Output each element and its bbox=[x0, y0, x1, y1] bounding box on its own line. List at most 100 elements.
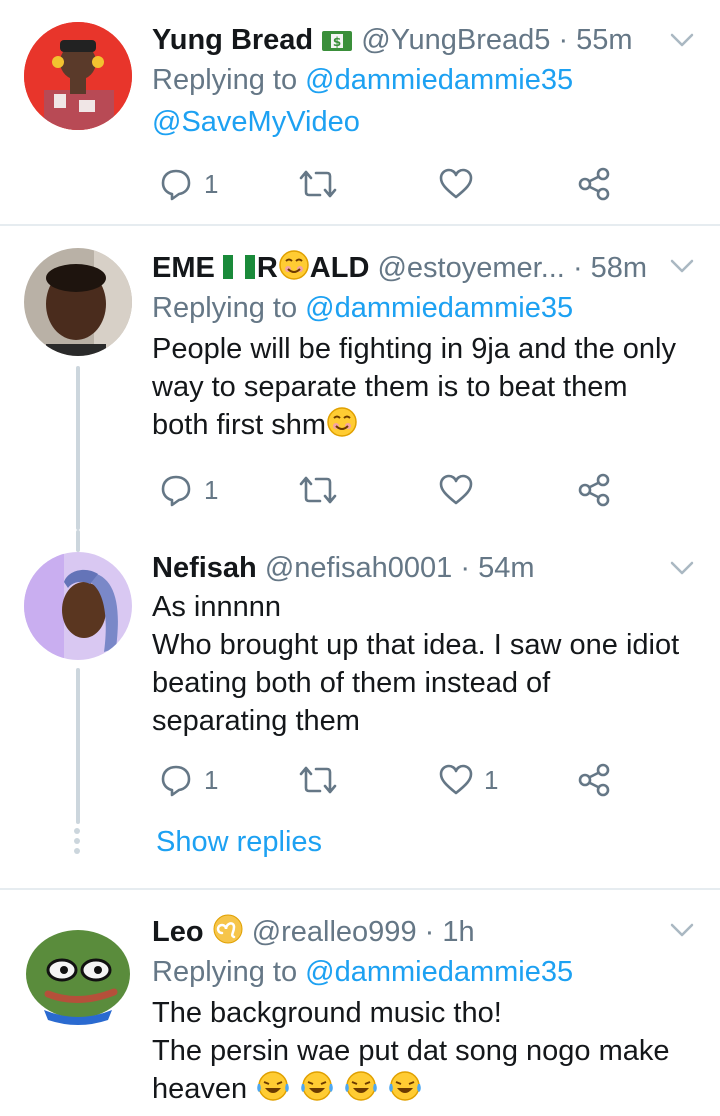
tweet-body[interactable]: @SaveMyVideo bbox=[152, 100, 690, 144]
chevron-down-icon[interactable] bbox=[668, 916, 696, 944]
tweet-leo[interactable]: Leo @realleo999 · 1h Replying to @dammie… bbox=[0, 890, 720, 1116]
retweet-icon bbox=[299, 170, 337, 198]
body-line: heaven bbox=[152, 1070, 690, 1108]
replying-label: Replying to bbox=[152, 292, 298, 324]
timestamp[interactable]: 1h bbox=[442, 916, 474, 948]
replying-label: Replying to bbox=[152, 956, 298, 988]
tweet-emerald[interactable]: EME R ALD @estoyemer... · 58m Replying to … bbox=[0, 226, 720, 530]
separator: · bbox=[558, 24, 569, 56]
smiling-face-icon bbox=[279, 250, 309, 280]
reply-count: 1 bbox=[204, 168, 219, 199]
avatar-image bbox=[24, 552, 132, 660]
action-bar: 1 bbox=[152, 470, 622, 510]
avatar[interactable] bbox=[24, 552, 132, 660]
svg-text:$: $ bbox=[333, 35, 341, 49]
handle[interactable]: @realleo999 bbox=[252, 916, 417, 948]
laughing-tears-icon bbox=[257, 1071, 290, 1101]
timestamp[interactable]: 54m bbox=[478, 552, 534, 584]
laughing-tears-icon bbox=[389, 1071, 422, 1101]
reply-icon bbox=[161, 169, 191, 201]
reply-button[interactable]: 1 bbox=[158, 164, 218, 204]
heart-icon bbox=[439, 168, 473, 199]
share-icon bbox=[578, 167, 610, 201]
nigeria-flag-icon bbox=[222, 255, 255, 279]
separator: · bbox=[572, 252, 583, 284]
body-line: The persin wae put dat song nogo make bbox=[152, 1035, 670, 1067]
heart-icon bbox=[439, 474, 473, 505]
tweet-body[interactable]: The background music tho! The persin wae… bbox=[152, 994, 690, 1108]
avatar-image bbox=[24, 22, 132, 130]
action-bar: 1 1 bbox=[152, 760, 622, 800]
show-replies-link[interactable]: Show replies bbox=[156, 826, 322, 859]
thread-line bbox=[76, 668, 80, 824]
timestamp[interactable]: 58m bbox=[591, 252, 647, 284]
retweet-icon bbox=[299, 476, 337, 504]
chevron-down-icon[interactable] bbox=[668, 26, 696, 54]
handle[interactable]: @estoyemer... bbox=[377, 252, 564, 284]
body-line: As innnnn bbox=[152, 591, 281, 623]
tweet-body[interactable]: People will be fighting in 9ja and the o… bbox=[152, 330, 690, 444]
tweet-header: Yung Bread $ @YungBread5 · 55m bbox=[152, 20, 690, 60]
display-name[interactable]: Leo bbox=[152, 916, 204, 948]
body-line: both first shm bbox=[152, 406, 690, 444]
mention-link[interactable]: @dammiedammie35 bbox=[305, 292, 573, 324]
like-button[interactable]: 1 bbox=[438, 760, 498, 800]
display-name[interactable]: Yung Bread bbox=[152, 24, 313, 56]
avatar[interactable] bbox=[24, 248, 132, 356]
avatar[interactable] bbox=[24, 22, 132, 130]
share-button[interactable] bbox=[576, 470, 612, 510]
body-line: Who brought up that idea. I saw one idio… bbox=[152, 629, 680, 661]
more-dots bbox=[74, 828, 80, 858]
display-name-part: R bbox=[256, 252, 278, 284]
reply-button[interactable]: 1 bbox=[158, 760, 218, 800]
body-line: The background music tho! bbox=[152, 997, 502, 1029]
thread-line bbox=[76, 530, 80, 552]
replying-to: Replying to @dammiedammie35 bbox=[152, 952, 690, 992]
separator: · bbox=[424, 916, 435, 948]
timestamp[interactable]: 55m bbox=[576, 24, 632, 56]
replying-to: Replying to @dammiedammie35 bbox=[152, 60, 690, 100]
tweet-yung-bread[interactable]: Yung Bread $ @YungBread5 · 55m Replying … bbox=[0, 0, 720, 224]
money-bill-icon: $ bbox=[322, 31, 353, 51]
smiling-face-icon bbox=[327, 407, 357, 437]
like-button[interactable] bbox=[438, 470, 484, 510]
leo-zodiac-icon bbox=[213, 914, 243, 944]
display-name-part: ALD bbox=[309, 252, 370, 284]
body-line: way to separate them is to beat them bbox=[152, 371, 628, 403]
handle[interactable]: @YungBread5 bbox=[361, 24, 550, 56]
tweet-header: Nefisah @nefisah0001 · 54m bbox=[152, 548, 690, 588]
reply-icon bbox=[161, 475, 191, 507]
like-count: 1 bbox=[484, 764, 499, 795]
laughing-tears-icon bbox=[301, 1071, 334, 1101]
thread-line bbox=[76, 366, 80, 530]
retweet-button[interactable] bbox=[298, 760, 338, 800]
avatar-image bbox=[26, 930, 130, 1025]
handle[interactable]: @nefisah0001 bbox=[265, 552, 452, 584]
action-bar: 1 bbox=[152, 164, 622, 204]
tweet-nefisah[interactable]: Nefisah @nefisah0001 · 54m As innnnn Who… bbox=[0, 530, 720, 886]
mention-link[interactable]: @dammiedammie35 bbox=[305, 956, 573, 988]
reply-button[interactable]: 1 bbox=[158, 470, 218, 510]
display-name-part: EME bbox=[152, 252, 215, 284]
separator: · bbox=[460, 552, 471, 584]
replying-to: Replying to @dammiedammie35 bbox=[152, 288, 690, 328]
chevron-down-icon[interactable] bbox=[668, 554, 696, 582]
share-button[interactable] bbox=[576, 164, 612, 204]
retweet-button[interactable] bbox=[298, 470, 338, 510]
body-line: People will be fighting in 9ja and the o… bbox=[152, 333, 676, 365]
tweet-header: EME R ALD @estoyemer... · 58m bbox=[152, 248, 690, 288]
avatar-image bbox=[24, 248, 132, 356]
reply-count: 1 bbox=[204, 764, 219, 795]
tweet-body[interactable]: As innnnn Who brought up that idea. I sa… bbox=[152, 588, 690, 740]
mention-link[interactable]: @dammiedammie35 bbox=[305, 64, 573, 96]
avatar[interactable] bbox=[24, 920, 132, 1028]
heart-icon bbox=[439, 764, 473, 795]
display-name[interactable]: EME R ALD bbox=[152, 250, 370, 284]
display-name[interactable]: Nefisah bbox=[152, 552, 257, 584]
retweet-button[interactable] bbox=[298, 164, 338, 204]
reply-icon bbox=[161, 765, 191, 797]
share-button[interactable] bbox=[576, 760, 612, 800]
share-icon bbox=[578, 473, 610, 507]
chevron-down-icon[interactable] bbox=[668, 252, 696, 280]
like-button[interactable] bbox=[438, 164, 484, 204]
